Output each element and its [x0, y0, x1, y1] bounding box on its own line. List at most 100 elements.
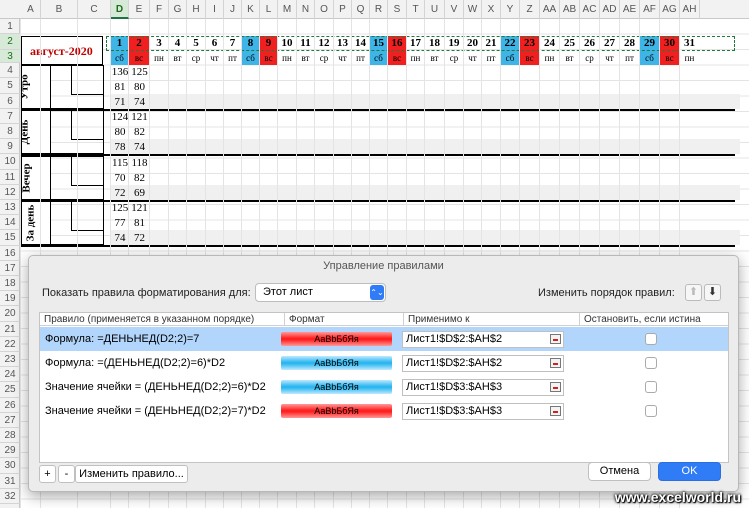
value-e[interactable]: 118 — [129, 156, 150, 171]
applies-to-field[interactable]: Лист1!$D$2:$AH$2 — [402, 331, 564, 348]
column-header-o[interactable]: O — [315, 0, 334, 19]
value-d[interactable]: 136 — [111, 65, 129, 80]
section-label-cell[interactable]: Вечер — [21, 156, 51, 200]
row-header-6[interactable]: 6 — [0, 94, 20, 109]
rule-row[interactable]: Значение ячейки = (ДЕНЬНЕД(D2;2)=7)*D2 Аа… — [40, 399, 728, 423]
column-header-l[interactable]: L — [260, 0, 278, 19]
value-d[interactable]: 80 — [111, 125, 129, 140]
row-header-27[interactable]: 27 — [0, 413, 20, 428]
row-header-13[interactable]: 13 — [0, 200, 20, 216]
column-header-h[interactable]: H — [187, 0, 206, 19]
weekday-cell[interactable]: пт — [352, 51, 369, 65]
row-header-5[interactable]: 5 — [0, 78, 20, 94]
column-header-c[interactable]: C — [78, 0, 111, 19]
column-header-ac[interactable]: AC — [580, 0, 600, 19]
column-header-ab[interactable]: AB — [560, 0, 580, 19]
column-header-ah[interactable]: AH — [680, 0, 700, 19]
ok-button[interactable]: OK — [658, 462, 721, 481]
column-header-i[interactable]: I — [206, 0, 224, 19]
row-header-8[interactable]: 8 — [0, 124, 20, 140]
weekday-cell[interactable]: чт — [464, 51, 481, 65]
weekday-cell[interactable]: вс — [660, 51, 679, 65]
row-header-10[interactable]: 10 — [0, 154, 20, 170]
row-header-4[interactable]: 4 — [0, 63, 20, 79]
column-header-d[interactable]: D — [111, 0, 129, 19]
value-d[interactable]: 125 — [111, 201, 129, 216]
weekday-cell[interactable]: ср — [187, 51, 205, 65]
value-d[interactable]: 71 — [111, 95, 129, 110]
weekday-cell[interactable]: сб — [501, 51, 519, 65]
weekday-cell[interactable]: чт — [334, 51, 351, 65]
value-e[interactable]: 125 — [129, 65, 150, 80]
row-header-18[interactable]: 18 — [0, 276, 20, 292]
weekday-cell[interactable]: вт — [297, 51, 314, 65]
rule-row[interactable]: Формула: =(ДЕНЬНЕД(D2;2)=6)*D2 AaBbБбЯя Ли… — [40, 351, 728, 375]
range-picker-icon[interactable] — [550, 382, 561, 392]
weekday-cell[interactable]: вт — [560, 51, 579, 65]
rule-row[interactable]: Значение ячейки = (ДЕНЬНЕД(D2;2)=6)*D2 Aa… — [40, 375, 728, 399]
column-header-w[interactable]: W — [464, 0, 482, 19]
column-header-ae[interactable]: AE — [620, 0, 640, 19]
rule-row[interactable]: Формула: =ДЕНЬНЕД(D2;2)=7 АаВbБбЯя Лист1!$… — [40, 327, 728, 351]
weekday-cell[interactable]: вс — [129, 51, 149, 65]
column-header-v[interactable]: V — [445, 0, 464, 19]
weekday-cell[interactable]: вс — [520, 51, 539, 65]
row-header-22[interactable]: 22 — [0, 337, 20, 352]
weekday-cell[interactable]: сб — [111, 51, 128, 65]
month-title-cell[interactable]: август-2020 — [21, 36, 103, 65]
row-header-23[interactable]: 23 — [0, 352, 20, 368]
weekday-cell[interactable]: ср — [445, 51, 463, 65]
value-e[interactable]: 74 — [129, 95, 150, 110]
value-d[interactable]: 77 — [111, 216, 129, 231]
row-header-26[interactable]: 26 — [0, 398, 20, 413]
section-label-cell[interactable]: Утро — [19, 65, 51, 109]
value-d[interactable]: 124 — [111, 110, 129, 125]
stop-if-true-checkbox[interactable] — [645, 357, 657, 369]
weekday-cell[interactable]: ср — [580, 51, 599, 65]
weekday-cell[interactable]: пт — [620, 51, 639, 65]
weekday-cell[interactable]: вт — [425, 51, 444, 65]
column-header-ag[interactable]: AG — [660, 0, 680, 19]
row-header-14[interactable]: 14 — [0, 215, 20, 231]
stop-if-true-checkbox[interactable] — [645, 333, 657, 345]
row-header-7[interactable]: 7 — [0, 109, 20, 124]
weekday-cell[interactable]: сб — [640, 51, 659, 65]
column-header-u[interactable]: U — [425, 0, 445, 19]
row-header-15[interactable]: 15 — [0, 230, 20, 246]
column-header-n[interactable]: N — [297, 0, 315, 19]
weekday-cell[interactable]: чт — [600, 51, 619, 65]
value-e[interactable]: 81 — [129, 216, 150, 231]
row-header-31[interactable]: 31 — [0, 474, 20, 489]
row-header-21[interactable]: 21 — [0, 322, 20, 337]
weekday-cell[interactable]: пн — [150, 51, 168, 65]
weekday-cell[interactable]: вс — [260, 51, 277, 65]
weekday-cell[interactable]: пн — [407, 51, 424, 65]
column-header-a[interactable]: A — [21, 0, 41, 19]
value-d[interactable]: 74 — [111, 231, 129, 246]
row-header-3[interactable]: 3 — [0, 50, 20, 64]
weekday-cell[interactable]: сб — [370, 51, 387, 65]
column-header-g[interactable]: G — [169, 0, 187, 19]
weekday-cell[interactable]: сб — [242, 51, 259, 65]
stop-if-true-checkbox[interactable] — [645, 381, 657, 393]
column-header-e[interactable]: E — [129, 0, 150, 19]
value-d[interactable]: 78 — [111, 140, 129, 155]
weekday-cell[interactable]: вс — [388, 51, 406, 65]
add-rule-button[interactable]: + — [39, 465, 56, 483]
weekday-cell[interactable]: вт — [169, 51, 186, 65]
value-d[interactable]: 70 — [111, 171, 129, 186]
value-e[interactable]: 69 — [129, 186, 150, 201]
value-d[interactable]: 115 — [111, 156, 129, 171]
weekday-cell[interactable]: ср — [315, 51, 333, 65]
applies-to-field[interactable]: Лист1!$D$2:$AH$2 — [402, 355, 564, 372]
range-picker-icon[interactable] — [550, 358, 561, 368]
row-header-16[interactable]: 16 — [0, 246, 20, 261]
column-header-j[interactable]: J — [224, 0, 242, 19]
column-header-y[interactable]: Y — [501, 0, 520, 19]
row-header-19[interactable]: 19 — [0, 291, 20, 307]
value-e[interactable]: 121 — [129, 201, 150, 216]
cancel-button[interactable]: Отмена — [588, 462, 651, 481]
row-header-11[interactable]: 11 — [0, 170, 20, 185]
section-label-cell[interactable]: За день — [21, 201, 51, 245]
row-header-2[interactable]: 2 — [0, 34, 20, 51]
